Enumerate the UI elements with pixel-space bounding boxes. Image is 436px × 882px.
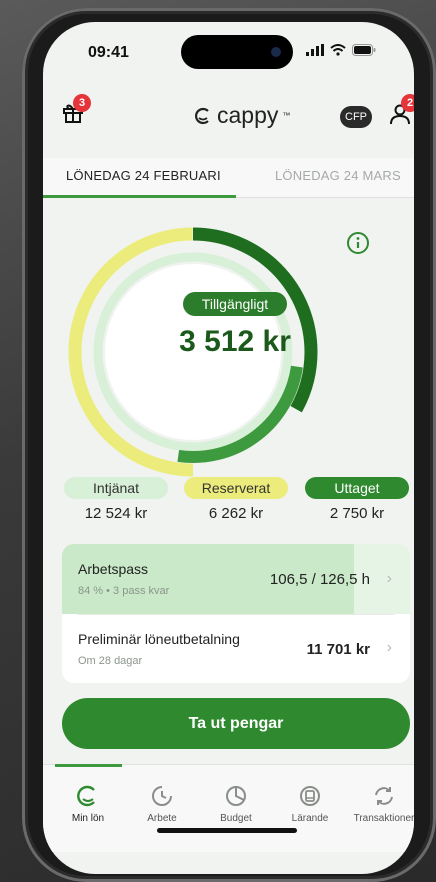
refresh-icon <box>375 787 393 805</box>
legend-earned-value: 12 524 kr <box>84 505 148 522</box>
work-shifts-row[interactable]: Arbetspass 84 % • 3 pass kvar 106,5 / 12… <box>62 544 410 614</box>
preliminary-pay-title: Preliminär löneutbetalning <box>78 631 240 647</box>
legend-reserved-value: 6 262 kr <box>208 505 264 522</box>
battery-icon <box>352 44 376 56</box>
status-bar: 09:41 <box>43 22 414 78</box>
legend-withdrawn-label: Uttaget <box>305 477 409 499</box>
legend-reserved-label: Reserverat <box>184 477 288 499</box>
app-screen: 09:41 3 cappy ™ CFP 2 LÖNEDAG 24 FEBRUAR… <box>43 22 414 874</box>
work-shifts-title: Arbetspass <box>78 561 149 577</box>
dynamic-island <box>181 35 293 69</box>
cappy-logo-icon <box>195 107 209 124</box>
logo-text: cappy <box>217 102 279 128</box>
tabbar-item-min-lon[interactable]: Min lön <box>48 783 128 824</box>
gift-button[interactable]: 3 <box>61 94 91 126</box>
tab-payday-feb[interactable]: LÖNEDAG 24 FEBRUARI <box>66 168 221 183</box>
tabbar-label: Budget <box>220 813 252 824</box>
profile-badge: 2 <box>401 94 414 112</box>
signal-icon <box>306 44 324 56</box>
bottom-tab-bar: Min lön Arbete Budget Lärande Transaktio… <box>43 764 414 852</box>
tabbar-label: Lärande <box>291 813 329 824</box>
work-shifts-subtitle: 84 % • 3 pass kvar <box>78 585 170 597</box>
preliminary-pay-value: 11 701 kr <box>306 641 370 658</box>
chevron-right-icon: › <box>386 570 392 587</box>
available-amount: 3 512 kr <box>179 325 291 358</box>
app-header: 3 cappy ™ CFP 2 <box>43 92 414 136</box>
gift-badge: 3 <box>73 94 91 112</box>
tabbar-label: Arbete <box>147 813 177 824</box>
chevron-right-icon: › <box>386 639 392 656</box>
legend-reserved: Reserverat 6 262 kr <box>184 477 288 522</box>
withdraw-button[interactable]: Ta ut pengar <box>62 698 410 749</box>
cfp-button[interactable]: CFP <box>340 106 372 128</box>
available-label: Tillgängligt <box>183 292 287 316</box>
legend-earned: Intjänat 12 524 kr <box>64 477 168 522</box>
status-time: 09:41 <box>88 44 129 61</box>
book-icon <box>300 786 320 806</box>
clock-icon <box>152 786 172 806</box>
cappy-icon <box>77 785 95 807</box>
home-indicator <box>157 828 297 833</box>
tabbar-active-indicator <box>55 764 122 767</box>
balance-legend: Intjänat 12 524 kr Reserverat 6 262 kr U… <box>43 477 414 527</box>
summary-card: Arbetspass 84 % • 3 pass kvar 106,5 / 12… <box>62 544 410 683</box>
work-shifts-value: 106,5 / 126,5 h <box>269 571 370 588</box>
preliminary-pay-row[interactable]: Preliminär löneutbetalning Om 28 dagar 1… <box>62 615 410 683</box>
tabbar-item-transaktioner[interactable]: Transaktioner <box>344 783 414 824</box>
tab-payday-mar[interactable]: LÖNEDAG 24 MARS <box>275 168 401 183</box>
legend-withdrawn: Uttaget 2 750 kr <box>305 477 409 522</box>
legend-earned-label: Intjänat <box>64 477 168 499</box>
profile-button[interactable]: 2 <box>388 94 414 130</box>
tabbar-item-larande[interactable]: Lärande <box>270 783 350 824</box>
tabbar-label: Transaktioner <box>353 813 414 824</box>
status-icons <box>306 44 376 56</box>
preliminary-pay-subtitle: Om 28 dagar <box>78 655 143 667</box>
payday-tabs: LÖNEDAG 24 FEBRUARI LÖNEDAG 24 MARS <box>43 158 414 198</box>
cappy-logo: cappy ™ <box>193 102 290 129</box>
tab-active-indicator <box>43 195 236 198</box>
tabbar-item-budget[interactable]: Budget <box>196 783 276 824</box>
tabbar-item-arbete[interactable]: Arbete <box>122 783 202 824</box>
pie-chart-icon <box>226 786 246 806</box>
tabbar-label: Min lön <box>71 813 105 824</box>
legend-withdrawn-value: 2 750 kr <box>329 505 385 522</box>
wifi-icon <box>330 44 346 56</box>
